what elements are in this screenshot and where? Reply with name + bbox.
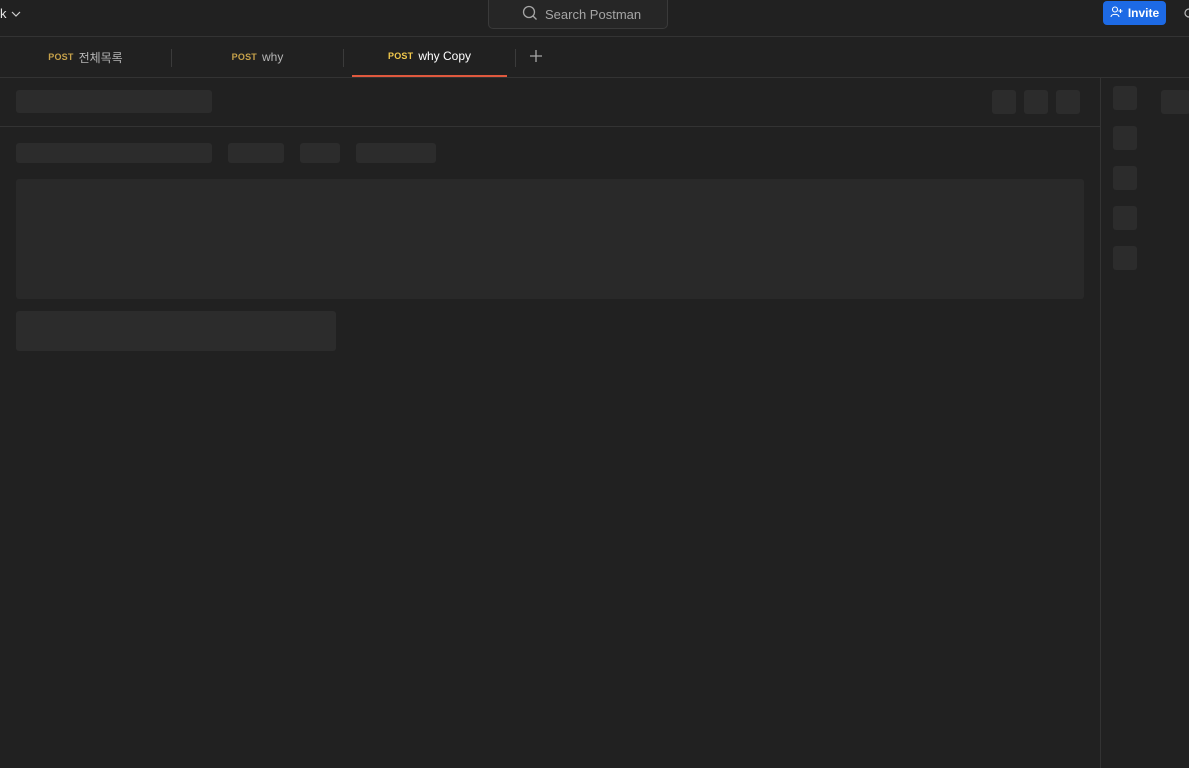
skeleton-sidebar-icon xyxy=(1113,206,1137,230)
invite-label: Invite xyxy=(1127,6,1160,20)
skeleton-sidebar-icon xyxy=(1113,126,1137,150)
tab-divider xyxy=(515,49,516,67)
skeleton-chip xyxy=(300,143,340,163)
top-bar: k Search Postman Invite xyxy=(0,0,1189,37)
settings-icon[interactable] xyxy=(1183,6,1189,20)
tab-1[interactable]: POST 전체목록 xyxy=(0,37,171,77)
tab-label: 전체목록 xyxy=(78,50,123,65)
skeleton-sidebar-icon xyxy=(1113,246,1137,270)
skeleton-body xyxy=(16,179,1084,299)
workspace-name: k xyxy=(0,5,7,21)
search-bar[interactable]: Search Postman xyxy=(488,0,668,29)
skeleton-sidebar-icon xyxy=(1113,166,1137,190)
skeleton-title xyxy=(16,90,212,113)
header-divider xyxy=(0,126,1100,127)
invite-button[interactable]: Invite xyxy=(1103,1,1166,25)
method-badge: POST xyxy=(388,51,414,61)
tab-3-active[interactable]: POST why Copy xyxy=(352,37,507,77)
skeleton-action xyxy=(992,90,1016,114)
skeleton-action xyxy=(1024,90,1048,114)
skeleton-action xyxy=(1056,90,1080,114)
method-badge: POST xyxy=(231,52,257,62)
search-icon xyxy=(522,5,538,24)
method-badge: POST xyxy=(48,52,74,62)
skeleton-chip xyxy=(356,143,436,163)
skeleton-response xyxy=(16,311,336,351)
tab-label: why Copy xyxy=(418,49,471,63)
add-user-icon xyxy=(1110,5,1123,21)
search-placeholder: Search Postman xyxy=(545,6,642,22)
request-tabs: POST 전체목록 POST why POST why Copy xyxy=(0,37,1189,78)
workspace-switcher[interactable]: k xyxy=(0,0,21,26)
skeleton-sidebar-icon xyxy=(1113,86,1137,110)
skeleton-sidebar-icon xyxy=(1161,90,1189,114)
chevron-down-icon xyxy=(11,6,21,21)
skeleton-url xyxy=(16,143,212,163)
new-tab-button[interactable] xyxy=(525,45,547,67)
tab-2[interactable]: POST why xyxy=(172,37,343,77)
right-sidebar xyxy=(1100,78,1189,768)
tab-label: why xyxy=(261,50,284,64)
tab-divider xyxy=(343,49,344,67)
skeleton-chip xyxy=(228,143,284,163)
plus-icon xyxy=(530,50,542,62)
request-editor-loading xyxy=(0,78,1100,768)
